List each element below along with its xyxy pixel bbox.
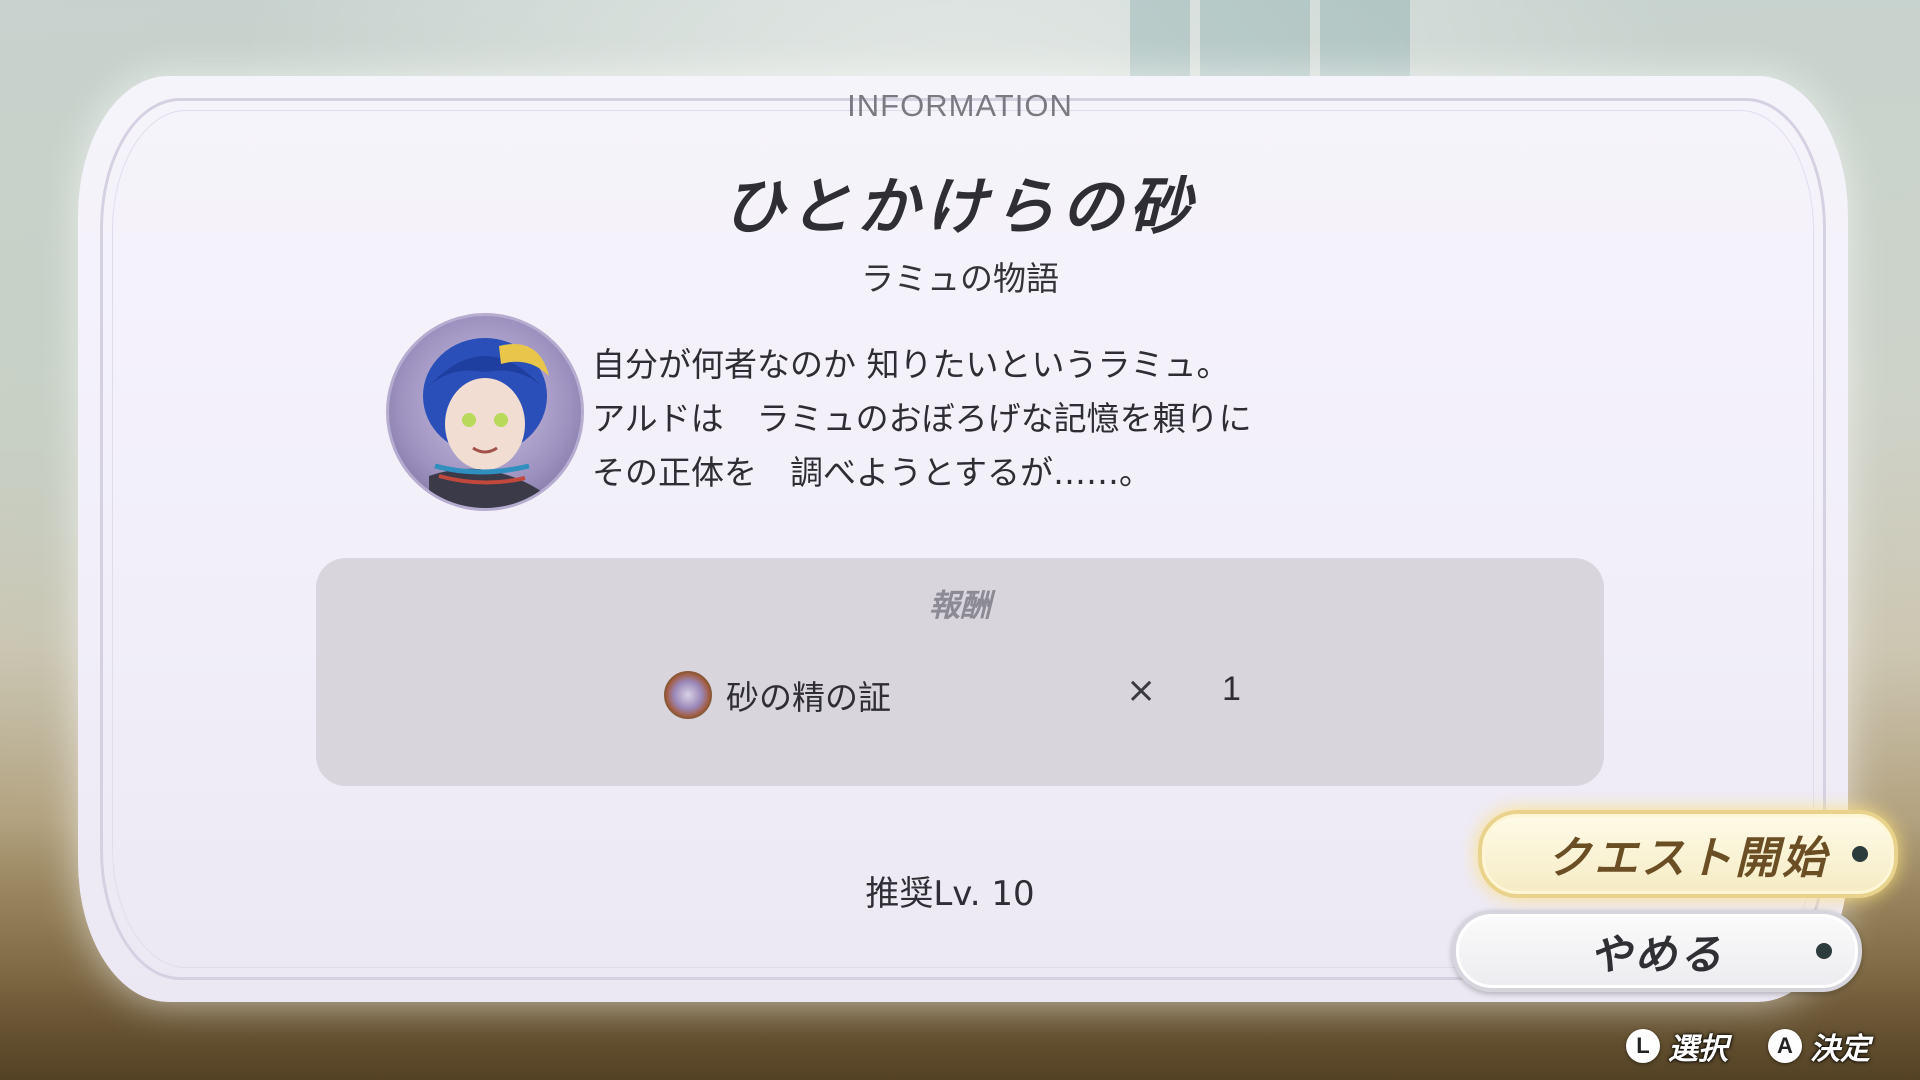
- background-tower: [1200, 0, 1310, 80]
- button-dot-icon: [1816, 943, 1832, 959]
- cancel-label: やめる: [1589, 929, 1725, 979]
- button-dot-icon: [1852, 846, 1868, 862]
- confirm-hint: A 決定: [1768, 1024, 1870, 1068]
- confirm-hint-label: 決定: [1810, 1032, 1870, 1067]
- background-tower: [1130, 0, 1190, 80]
- cancel-button[interactable]: やめる: [1452, 910, 1862, 992]
- quest-start-button[interactable]: クエスト開始: [1478, 810, 1898, 898]
- information-header: INFORMATION: [847, 88, 1073, 123]
- background-tower: [1320, 0, 1410, 80]
- sand-spirit-medal-icon: [664, 671, 712, 719]
- quest-description: 自分が何者なのか 知りたいというラミュ。 アルドは ラミュのおぼろげな記憶を頼り…: [592, 338, 1392, 500]
- reward-item: 砂の精の証: [664, 670, 891, 720]
- reward-box: 報酬 砂の精の証 × 1: [316, 558, 1604, 786]
- quest-title: ひとかけらの砂: [722, 170, 1198, 243]
- select-hint: L 選択: [1626, 1024, 1728, 1068]
- portrait-illustration: [423, 338, 549, 508]
- description-line: その正体を 調べようとするが……。: [592, 453, 1153, 492]
- quest-start-label: クエスト開始: [1547, 833, 1829, 884]
- reward-quantity: 1: [1222, 670, 1241, 708]
- description-line: 自分が何者なのか 知りたいというラミュ。: [592, 345, 1230, 384]
- description-line: アルドは ラミュのおぼろげな記憶を頼りに: [592, 399, 1252, 438]
- reward-title: 報酬: [929, 588, 991, 624]
- a-button-icon: A: [1768, 1029, 1802, 1063]
- select-hint-label: 選択: [1668, 1032, 1728, 1067]
- l-stick-icon: L: [1626, 1029, 1660, 1063]
- reward-item-name: 砂の精の証: [726, 678, 891, 717]
- character-portrait: [386, 313, 584, 511]
- quest-subtitle: ラミュの物語: [861, 259, 1059, 298]
- reward-multiplier: ×: [1126, 670, 1157, 711]
